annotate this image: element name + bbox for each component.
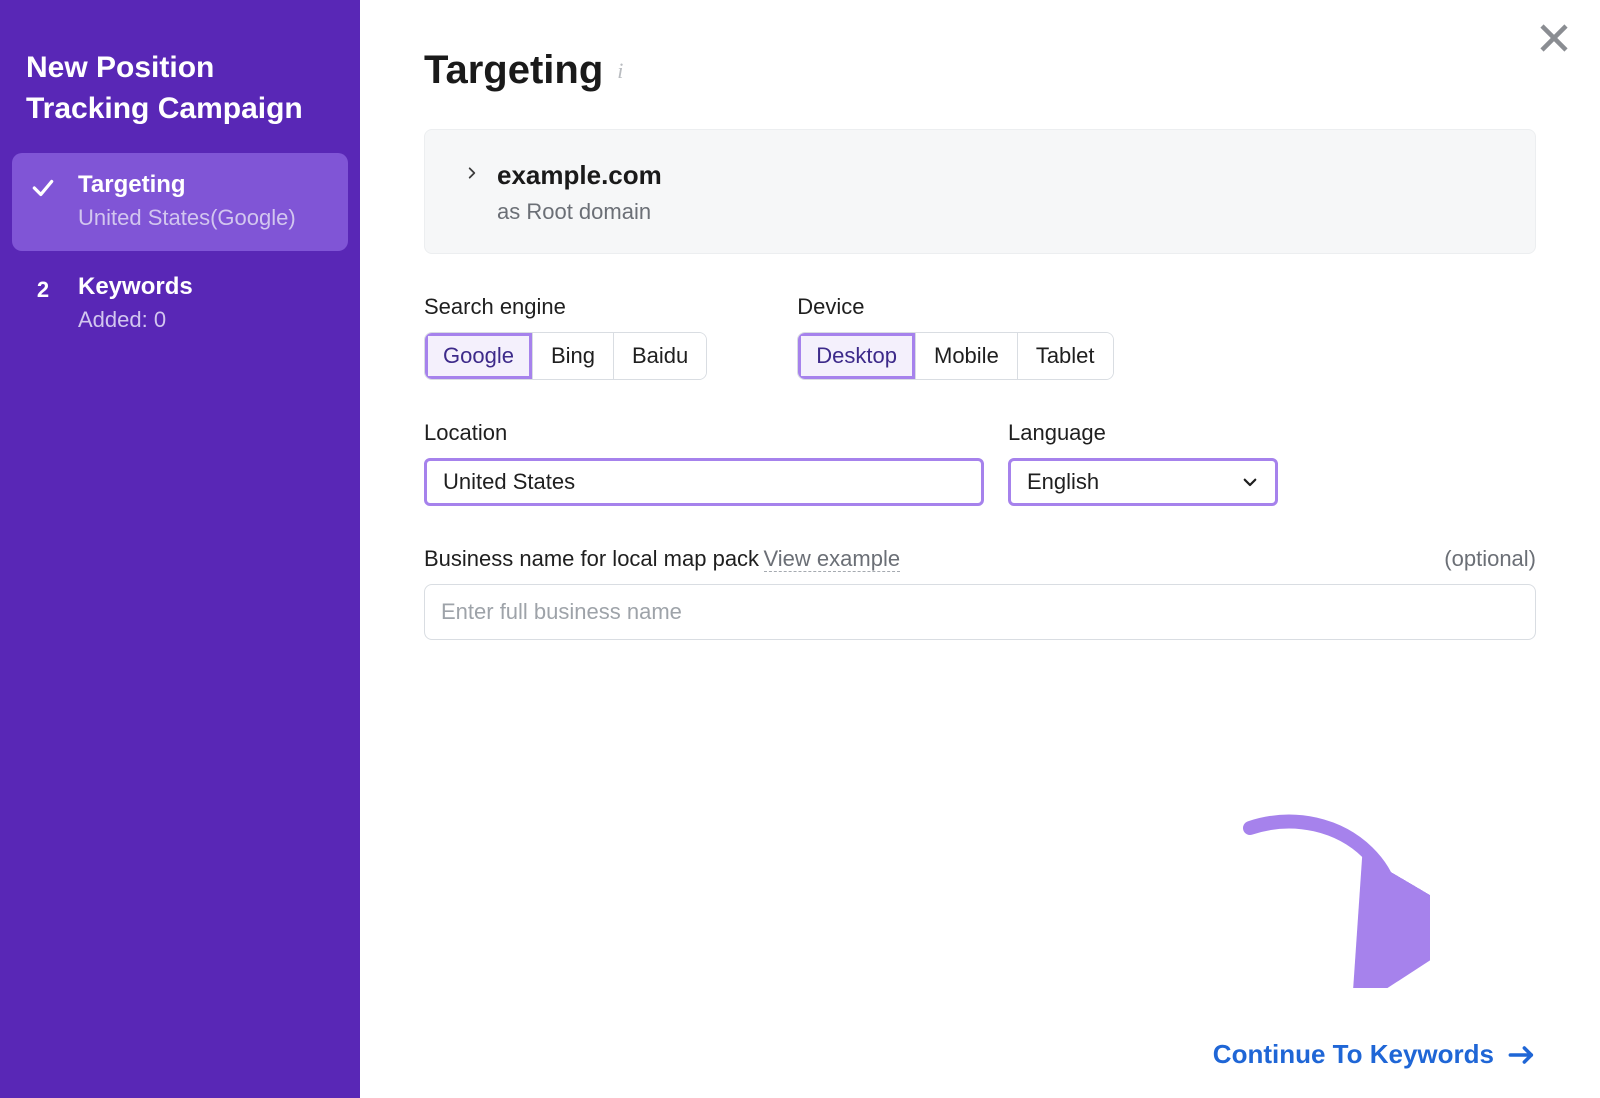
domain-name: example.com [497,160,662,191]
sidebar-step-index: 2 [26,273,60,333]
location-label: Location [424,420,984,446]
chevron-down-icon [1241,473,1259,491]
guide-arrow-annotation [1230,808,1430,988]
chevron-right-icon [465,160,479,188]
close-icon [1536,20,1572,56]
language-field: Language English [1008,420,1278,506]
main-panel: Targeting i example.com as Root domain S… [360,0,1600,1098]
device-group: Desktop Mobile Tablet [797,332,1113,380]
device-label: Device [797,294,1113,320]
arrow-right-icon [1508,1045,1536,1065]
view-example-link[interactable]: View example [764,546,901,572]
business-name-label: Business name for local map pack [424,546,759,571]
search-engine-option-bing[interactable]: Bing [533,333,614,379]
continue-to-keywords-button[interactable]: Continue To Keywords [1213,1039,1536,1070]
search-engine-option-google[interactable]: Google [425,333,533,379]
sidebar-step-sublabel: Added: 0 [78,307,334,333]
sidebar-title: New Position Tracking Campaign [12,48,348,153]
location-field: Location United States [424,420,984,506]
language-select[interactable]: English [1008,458,1278,506]
domain-summary-card[interactable]: example.com as Root domain [424,129,1536,254]
wizard-sidebar: New Position Tracking Campaign Targeting… [0,0,360,1098]
device-option-tablet[interactable]: Tablet [1018,333,1113,379]
language-label: Language [1008,420,1278,446]
domain-subtitle: as Root domain [497,199,662,225]
device-option-desktop[interactable]: Desktop [798,333,916,379]
location-input[interactable]: United States [424,458,984,506]
page-title: Targeting i [424,48,1536,93]
close-button[interactable] [1536,20,1572,61]
business-name-input[interactable] [424,584,1536,640]
device-field: Device Desktop Mobile Tablet [797,294,1113,380]
search-engine-field: Search engine Google Bing Baidu [424,294,707,380]
sidebar-step-sublabel: United States(Google) [78,205,334,231]
sidebar-step-label: Targeting [78,171,334,199]
search-engine-label: Search engine [424,294,707,320]
sidebar-step-label: Keywords [78,273,334,301]
info-icon[interactable]: i [617,58,623,84]
optional-hint: (optional) [1444,546,1536,572]
check-icon [26,171,60,231]
search-engine-option-baidu[interactable]: Baidu [614,333,706,379]
sidebar-step-targeting[interactable]: Targeting United States(Google) [12,153,348,251]
search-engine-group: Google Bing Baidu [424,332,707,380]
sidebar-step-keywords[interactable]: 2 Keywords Added: 0 [12,255,348,353]
device-option-mobile[interactable]: Mobile [916,333,1018,379]
